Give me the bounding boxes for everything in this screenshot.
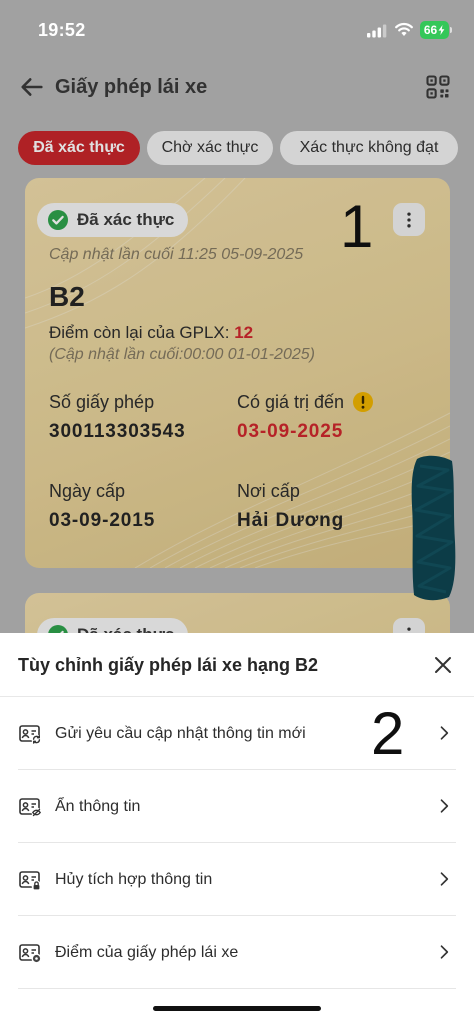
menu-item-label: Ẩn thông tin: [55, 797, 141, 815]
menu-item-hide-info[interactable]: Ẩn thông tin: [0, 770, 474, 843]
menu-item-label: Điểm của giấy phép lái xe: [55, 943, 239, 961]
screen: Giấy phép lái xe Đã xác thực Chờ xác thự…: [0, 0, 474, 1024]
chevron-right-icon: [434, 869, 454, 889]
menu-item-label: Gửi yêu cầu cập nhật thông tin mới: [55, 724, 306, 742]
id-card-lock-icon: [18, 868, 42, 892]
annotation-marker-1: 1: [340, 193, 374, 260]
battery-tip: [450, 27, 452, 33]
chevron-right-icon: [434, 942, 454, 962]
redaction-scribble: [411, 455, 456, 601]
battery-charging-icon: 66: [420, 21, 453, 39]
close-icon: [435, 657, 451, 673]
home-indicator[interactable]: [153, 1006, 321, 1011]
menu-item-license-points[interactable]: Điểm của giấy phép lái xe: [0, 916, 474, 989]
menu-item-label: Hủy tích hợp thông tin: [55, 870, 213, 888]
bolt-icon: [438, 25, 445, 35]
sheet-title: Tùy chỉnh giấy phép lái xe hạng B2: [18, 655, 319, 675]
cellular-signal-icon: [367, 24, 387, 38]
id-card-refresh-icon: [18, 722, 42, 746]
id-card-hide-icon: [18, 795, 42, 819]
chevron-right-icon: [434, 796, 454, 816]
annotation-marker-2: 2: [371, 700, 405, 767]
close-button[interactable]: [431, 653, 455, 677]
status-bar: 19:52 66: [0, 0, 474, 56]
license-options-sheet: Tùy chỉnh giấy phép lái xe hạng B2 Gửi y…: [0, 633, 474, 1024]
id-card-points-icon: [18, 941, 42, 965]
battery-level: 66: [420, 21, 449, 39]
battery-percent: 66: [423, 23, 438, 37]
wifi-icon: [395, 22, 413, 37]
chevron-right-icon: [434, 723, 454, 743]
status-time: 19:52: [38, 20, 86, 40]
menu-item-cancel-integration[interactable]: Hủy tích hợp thông tin: [0, 843, 474, 916]
